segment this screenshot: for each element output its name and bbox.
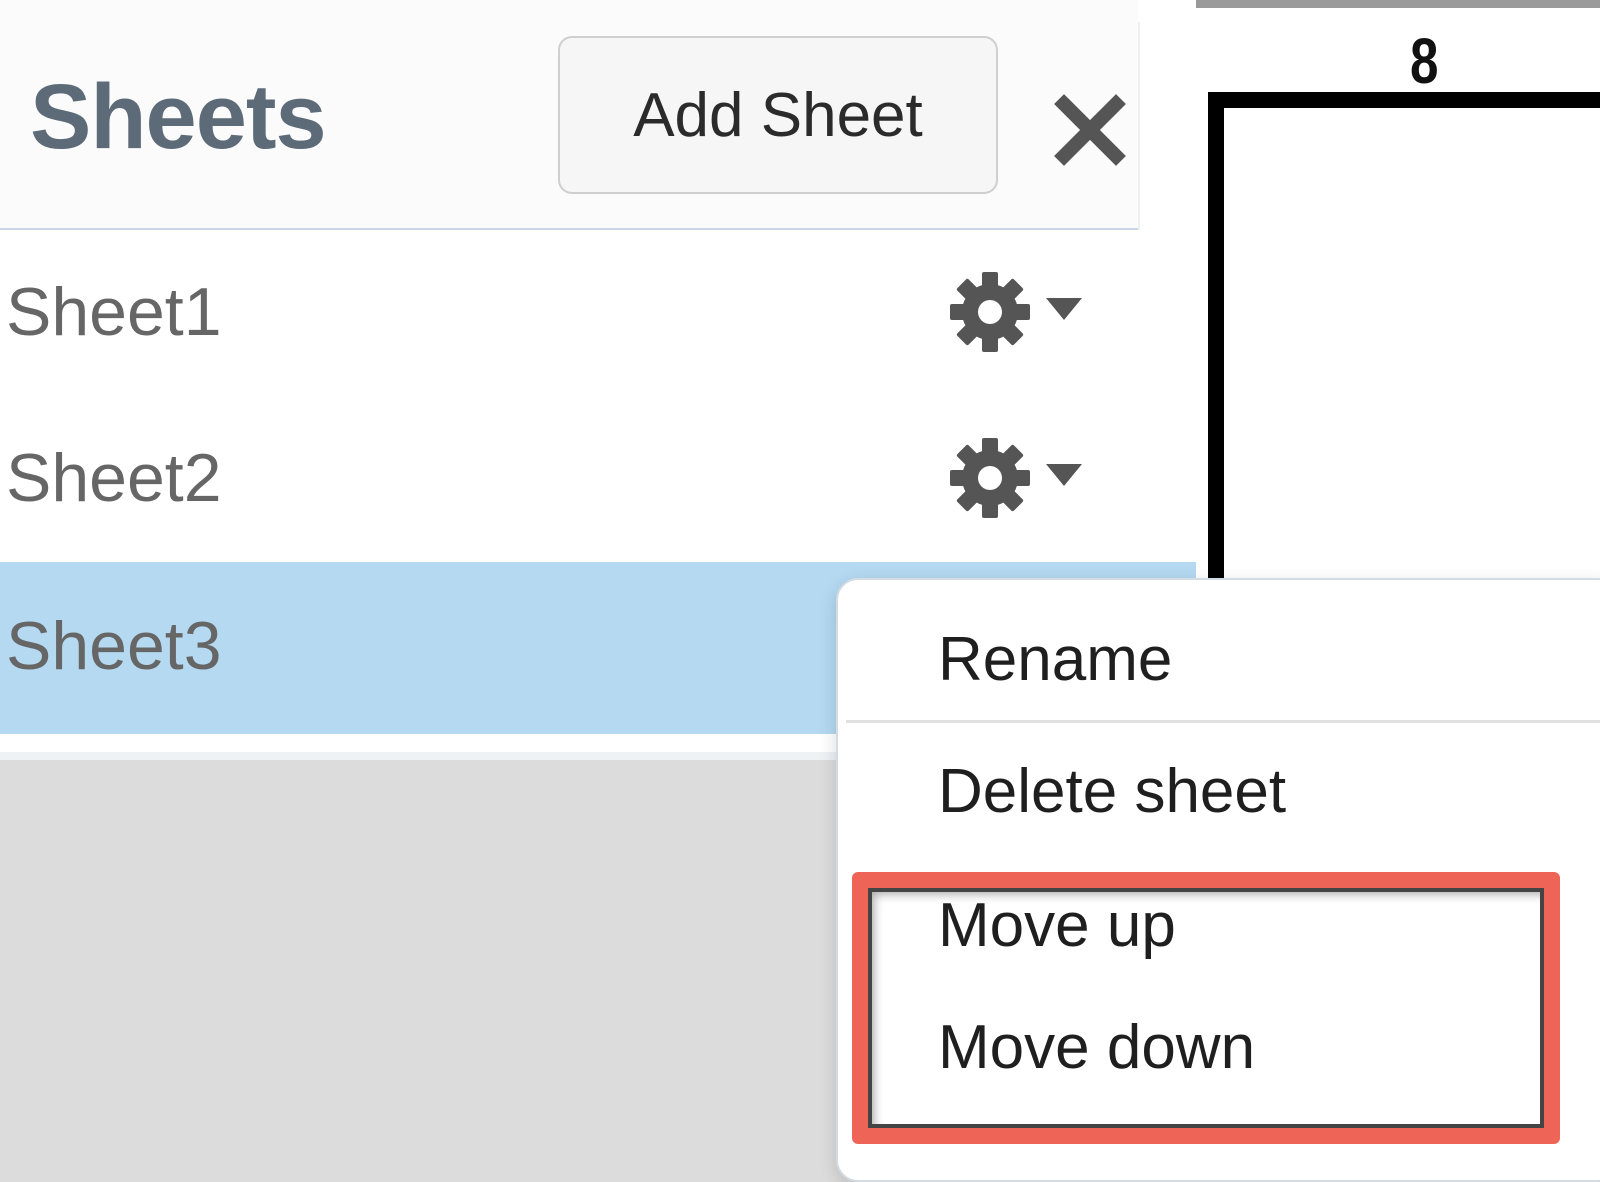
sheet-name: Sheet2 (6, 440, 222, 516)
sheets-panel-header: Sheets Add Sheet (0, 0, 1138, 230)
drawing-canvas[interactable] (1196, 0, 1600, 580)
canvas-frame-left-edge (1208, 92, 1224, 580)
sheet-context-menu: Rename Delete sheet Move up Move down (836, 578, 1600, 1182)
sheet-name: Sheet3 (6, 608, 222, 684)
sheet-name: Sheet1 (6, 274, 222, 350)
menu-item-rename[interactable]: Rename (838, 624, 1600, 696)
gear-icon (950, 272, 1082, 352)
canvas-dimension-label: 8 (1410, 25, 1439, 97)
caret-down-icon (1046, 298, 1082, 320)
panel-bottom-border (0, 752, 900, 760)
add-sheet-button[interactable]: Add Sheet (558, 36, 998, 194)
menu-item-move-up[interactable]: Move up (838, 890, 1600, 962)
menu-item-move-down[interactable]: Move down (838, 1012, 1600, 1084)
menu-item-delete-sheet[interactable]: Delete sheet (838, 756, 1600, 828)
sheet-settings-dropdown[interactable] (950, 438, 1102, 522)
canvas-frame-top-edge (1208, 92, 1600, 108)
sheet-row-sheet2[interactable]: Sheet2 (0, 394, 1196, 562)
gear-icon (950, 438, 1082, 518)
menu-divider (846, 720, 1600, 723)
panel-title: Sheets (30, 66, 327, 168)
sheet-settings-dropdown[interactable] (950, 272, 1102, 356)
close-icon[interactable] (1052, 92, 1128, 168)
caret-down-icon (1046, 464, 1082, 486)
panel-header-divider (1138, 22, 1198, 230)
sheet-row-sheet1[interactable]: Sheet1 (0, 228, 1196, 396)
